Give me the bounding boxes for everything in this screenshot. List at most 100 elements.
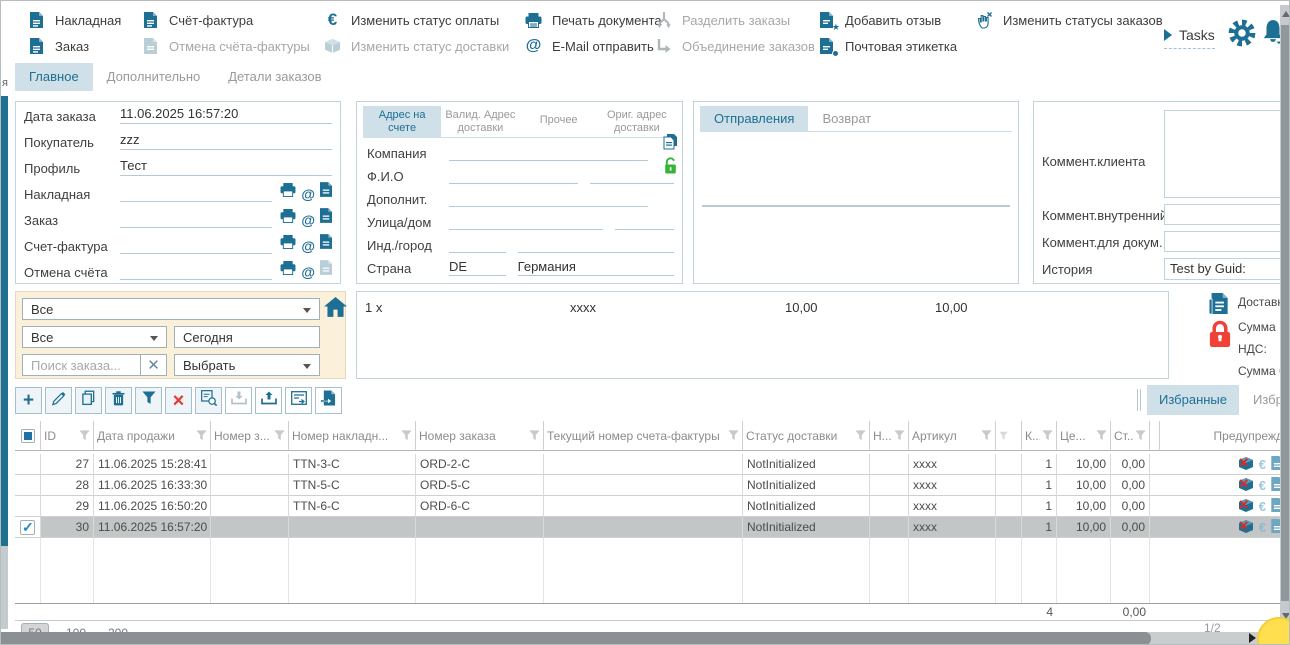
horizontal-scrollbar[interactable] <box>1 632 1290 645</box>
document-number-icon[interactable] <box>320 208 332 228</box>
delete-row-button[interactable] <box>105 387 132 414</box>
tasks-link[interactable]: Tasks <box>1164 27 1215 49</box>
column-header-invoice-number[interactable]: Текущий номер счета-фактуры <box>544 421 743 451</box>
document-number-icon[interactable] <box>320 234 332 254</box>
filter-dropdown-1[interactable]: Все <box>22 298 320 320</box>
vertical-scrollbar[interactable] <box>1280 5 1290 633</box>
history-input[interactable]: Test by Guid: <box>1164 258 1290 280</box>
search-grid-button[interactable] <box>195 387 222 414</box>
tab-valid-shipping-address[interactable]: Валид. Адрес доставки <box>441 106 519 137</box>
client-comment-textarea[interactable] <box>1164 110 1290 198</box>
invoice-input[interactable] <box>120 236 272 254</box>
column-header-waybill-number[interactable]: Номер накладн... <box>289 421 416 451</box>
settings-button[interactable] <box>1227 18 1257 53</box>
tab-other[interactable]: Прочее <box>520 106 598 137</box>
document-number-icon[interactable] <box>320 182 332 202</box>
document-comment-input[interactable] <box>1164 231 1290 252</box>
column-header-price[interactable]: Це... <box>1057 421 1111 451</box>
column-header-narrow[interactable] <box>996 421 1022 451</box>
city-input[interactable] <box>518 236 674 253</box>
copy-address-icon[interactable] <box>663 134 678 156</box>
additional-input[interactable] <box>449 190 648 207</box>
toolbar-button-waybill[interactable]: Накладная <box>27 10 121 30</box>
scroll-right-arrow-icon[interactable] <box>1249 633 1256 643</box>
column-header-delivery-status[interactable]: Статус доставки <box>743 421 870 451</box>
column-header-id[interactable]: ID <box>41 421 94 451</box>
print-icon[interactable] <box>280 235 296 254</box>
toolbar-button-invoice[interactable]: Счёт-фактура <box>141 10 253 30</box>
company-input[interactable] <box>449 144 648 161</box>
email-icon[interactable]: @ <box>301 186 315 202</box>
column-header-st[interactable]: Ст... <box>1111 421 1150 451</box>
select-all-checkbox[interactable] <box>15 421 41 451</box>
first-name-input[interactable] <box>449 167 578 184</box>
home-icon[interactable] <box>324 297 347 323</box>
toolbar-button-change-order-statuses[interactable]: Изменить статусы заказов <box>975 10 1163 30</box>
add-row-button[interactable]: + <box>15 387 42 414</box>
date-filter-input[interactable]: Сегодня <box>174 326 320 348</box>
vertical-scrollbar-thumb[interactable] <box>1281 25 1290 601</box>
toolbar-button-merge-orders[interactable]: Объединение заказов <box>654 36 815 56</box>
column-header-number-z[interactable]: Номер з... <box>211 421 289 451</box>
tab-main[interactable]: Главное <box>15 63 93 91</box>
country-code-input[interactable]: DE <box>449 259 506 276</box>
select-dropdown[interactable]: Выбрать <box>174 354 320 376</box>
print-icon[interactable] <box>280 183 296 202</box>
profile-value[interactable]: Тест <box>120 158 332 176</box>
tab-returns[interactable]: Возврат <box>808 106 885 131</box>
row-checkbox-cell[interactable] <box>15 454 41 475</box>
table-row[interactable]: 27 11.06.2025 15:28:41 TTN-3-C ORD-2-C N… <box>15 454 1281 475</box>
toolbar-button-change-payment-status[interactable]: € Изменить статус оплаты <box>323 10 499 30</box>
print-icon[interactable] <box>280 209 296 228</box>
delivery-note-icon[interactable] <box>1209 293 1229 319</box>
email-icon[interactable]: @ <box>301 264 315 280</box>
table-row-selected[interactable]: 30 11.06.2025 16:57:20 NotInitialized xx… <box>15 517 1281 538</box>
tab-shipments[interactable]: Отправления <box>700 106 808 131</box>
corner-notification-badge[interactable] <box>1257 617 1290 645</box>
toolbar-button-mail-label[interactable]: Почтовая этикетка <box>817 36 957 56</box>
toolbar-button-change-delivery-status[interactable]: Изменить статус доставки <box>323 36 509 56</box>
street-input[interactable] <box>449 213 603 230</box>
clear-search-icon[interactable]: ✕ <box>140 355 166 375</box>
order-search-input[interactable]: Поиск заказа...✕ <box>22 354 167 376</box>
scroll-up-arrow-ic on[interactable] <box>1282 11 1290 17</box>
column-header-sale-date[interactable]: Дата продажи <box>94 421 211 451</box>
collapsed-splitter[interactable] <box>1 96 8 546</box>
zip-input[interactable] <box>449 236 506 253</box>
order-input[interactable] <box>120 210 272 228</box>
report-button[interactable] <box>315 387 342 414</box>
email-icon[interactable]: @ <box>301 238 315 254</box>
print-icon[interactable] <box>280 261 296 280</box>
column-header-article[interactable]: Артикул <box>909 421 996 451</box>
collapsed-splitter-lower[interactable] <box>1 546 8 629</box>
toolbar-button-send-email[interactable]: @ E-Mail отправить <box>524 36 654 56</box>
country-name-input[interactable]: Германия <box>518 259 674 276</box>
columns-button[interactable] <box>285 387 312 414</box>
waybill-input[interactable] <box>120 184 272 202</box>
order-date-value[interactable]: 11.06.2025 16:57:20 <box>120 106 332 124</box>
row-checkbox-cell[interactable] <box>15 475 41 496</box>
tab-additional[interactable]: Дополнительно <box>93 63 215 91</box>
locked-icon[interactable] <box>1207 319 1233 354</box>
toolbar-button-cancel-invoice[interactable]: Отмена счёта-фактуры <box>141 36 310 56</box>
unlock-icon[interactable] <box>663 157 678 179</box>
filter-button[interactable] <box>135 387 162 414</box>
row-checkbox-cell[interactable] <box>15 517 41 538</box>
clear-filter-button[interactable]: × <box>165 387 192 414</box>
column-header-qty[interactable]: К... <box>1022 421 1057 451</box>
column-header-order-number[interactable]: Номер заказа <box>416 421 544 451</box>
import-button[interactable] <box>225 387 252 414</box>
column-header-warnings[interactable]: Предупрежд <box>1160 421 1281 451</box>
export-button[interactable] <box>255 387 282 414</box>
tab-billing-address[interactable]: Адрес на счете <box>363 106 441 137</box>
internal-comment-input[interactable] <box>1164 204 1290 225</box>
cancel-invoice-input[interactable] <box>120 262 272 280</box>
tab-original-shipping-address[interactable]: Ориг. адрес доставки <box>598 106 676 137</box>
filter-dropdown-2[interactable]: Все <box>22 326 167 348</box>
last-name-input[interactable] <box>590 167 674 184</box>
copy-row-button[interactable] <box>75 387 102 414</box>
table-row[interactable]: 29 11.06.2025 16:50:20 TTN-6-C ORD-6-C N… <box>15 496 1281 517</box>
house-input[interactable] <box>615 213 674 230</box>
toolbar-button-order[interactable]: Заказ <box>27 36 89 56</box>
toolbar-button-print-document[interactable]: Печать документа <box>524 10 662 30</box>
